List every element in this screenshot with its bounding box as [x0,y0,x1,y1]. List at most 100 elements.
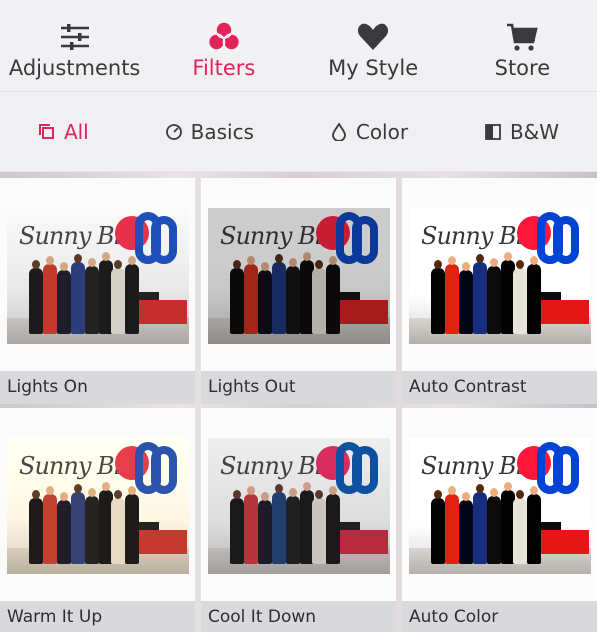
photo-person-head [516,260,524,269]
filter-card[interactable]: Sunny Bird Cool It Down [201,408,396,632]
photo-person [513,498,527,564]
tab-label: Store [494,56,551,80]
filter-name: Warm It Up [0,601,195,632]
filter-preview-image: Sunny Bird [208,438,390,574]
photo-person-head [329,486,337,495]
photo-person [43,264,57,334]
segment-label: All [63,119,89,144]
photo-person [57,270,71,334]
tab-my-style[interactable]: My Style [299,0,448,91]
photo-person [244,494,258,564]
photo-person [71,262,85,334]
photo-person [272,262,286,334]
blue-balloon [553,216,579,264]
top-tab-bar: Adjustments Filters My Style Store [0,0,597,92]
segment-label: Color [355,119,409,144]
photo-person-head [114,260,122,269]
photo-person [431,498,445,564]
app: Adjustments Filters My Style Store All B… [0,0,597,632]
red-cabinet [537,300,589,324]
filter-card[interactable]: Sunny Bird Auto Color [402,408,597,632]
filter-name: Lights On [0,371,195,404]
photo-person-head [32,490,40,499]
segment-bw[interactable]: B&W [484,120,559,144]
heart-icon [358,23,389,50]
photo-person [487,266,501,334]
filter-card[interactable]: Sunny Bird Lights Out [201,178,396,404]
red-cabinet [336,530,388,554]
tab-filters[interactable]: Filters [149,0,298,91]
half-square-icon [485,123,501,140]
photo-person [29,498,43,564]
photo-person-head [448,256,456,265]
photo-person-head [128,486,136,495]
filter-card[interactable]: Sunny Bird Lights On [0,178,195,404]
photo-person-head [32,260,40,269]
photo-person [230,498,244,564]
photo-person-head [128,256,136,265]
photo-person-head [490,488,498,497]
filter-preview-image: Sunny Bird [7,208,189,344]
segment-label: B&W [509,119,560,144]
segment-all[interactable]: All [38,120,89,144]
photo-person [326,494,340,564]
photo-person [459,270,473,334]
photo-person-head [490,258,498,267]
segment-label: Basics [190,119,254,144]
blue-balloon [352,216,378,264]
photo-person [125,494,139,564]
blue-balloon [151,216,177,264]
photo-person [286,496,300,564]
photo-person [312,268,326,334]
photo-person-head [247,256,255,265]
photo-person-head [60,492,68,501]
filter-name: Auto Contrast [402,371,597,404]
photo-person [272,492,286,564]
photo-person [326,264,340,334]
photo-person-head [462,492,470,501]
photo-person-head [261,492,269,501]
photo-person [258,500,272,564]
photo-person [111,498,125,564]
photo-person-head [329,256,337,265]
cart-icon [507,23,539,51]
photo-person-head [315,490,323,499]
photo-person-head [434,490,442,499]
photo-person [473,262,487,334]
dial-icon [165,123,182,140]
photo-person-head [275,254,283,263]
photo-person [43,494,57,564]
photo-person-head [233,260,241,269]
photo-person-head [102,482,110,491]
tab-label: My Style [328,56,419,80]
segment-color[interactable]: Color [330,120,408,144]
photo-person [513,268,527,334]
photo-person [445,494,459,564]
photo-person-head [74,484,82,493]
tab-adjustments[interactable]: Adjustments [0,0,149,91]
photo-person-head [114,490,122,499]
segment-basics[interactable]: Basics [165,120,254,144]
filter-preview-image: Sunny Bird [409,438,591,574]
photo-person-head [530,486,538,495]
tab-store[interactable]: Store [448,0,597,91]
filter-card[interactable]: Sunny Bird Warm It Up [0,408,195,632]
photo-person-head [448,486,456,495]
photo-person [85,266,99,334]
photo-person-head [60,262,68,271]
three-circles-icon [207,21,241,51]
filter-preview-image: Sunny Bird [208,208,390,344]
photo-person-head [516,490,524,499]
photo-person-head [46,256,54,265]
photo-person-head [315,260,323,269]
photo-person-head [88,258,96,267]
filter-card[interactable]: Sunny Bird Auto Contrast [402,178,597,404]
photo-person [445,264,459,334]
photo-person-head [303,482,311,491]
blue-balloon [151,446,177,494]
photo-person [527,494,541,564]
photo-person-head [530,256,538,265]
blue-balloon [553,446,579,494]
photo-person [57,500,71,564]
tab-label: Adjustments [8,56,141,80]
